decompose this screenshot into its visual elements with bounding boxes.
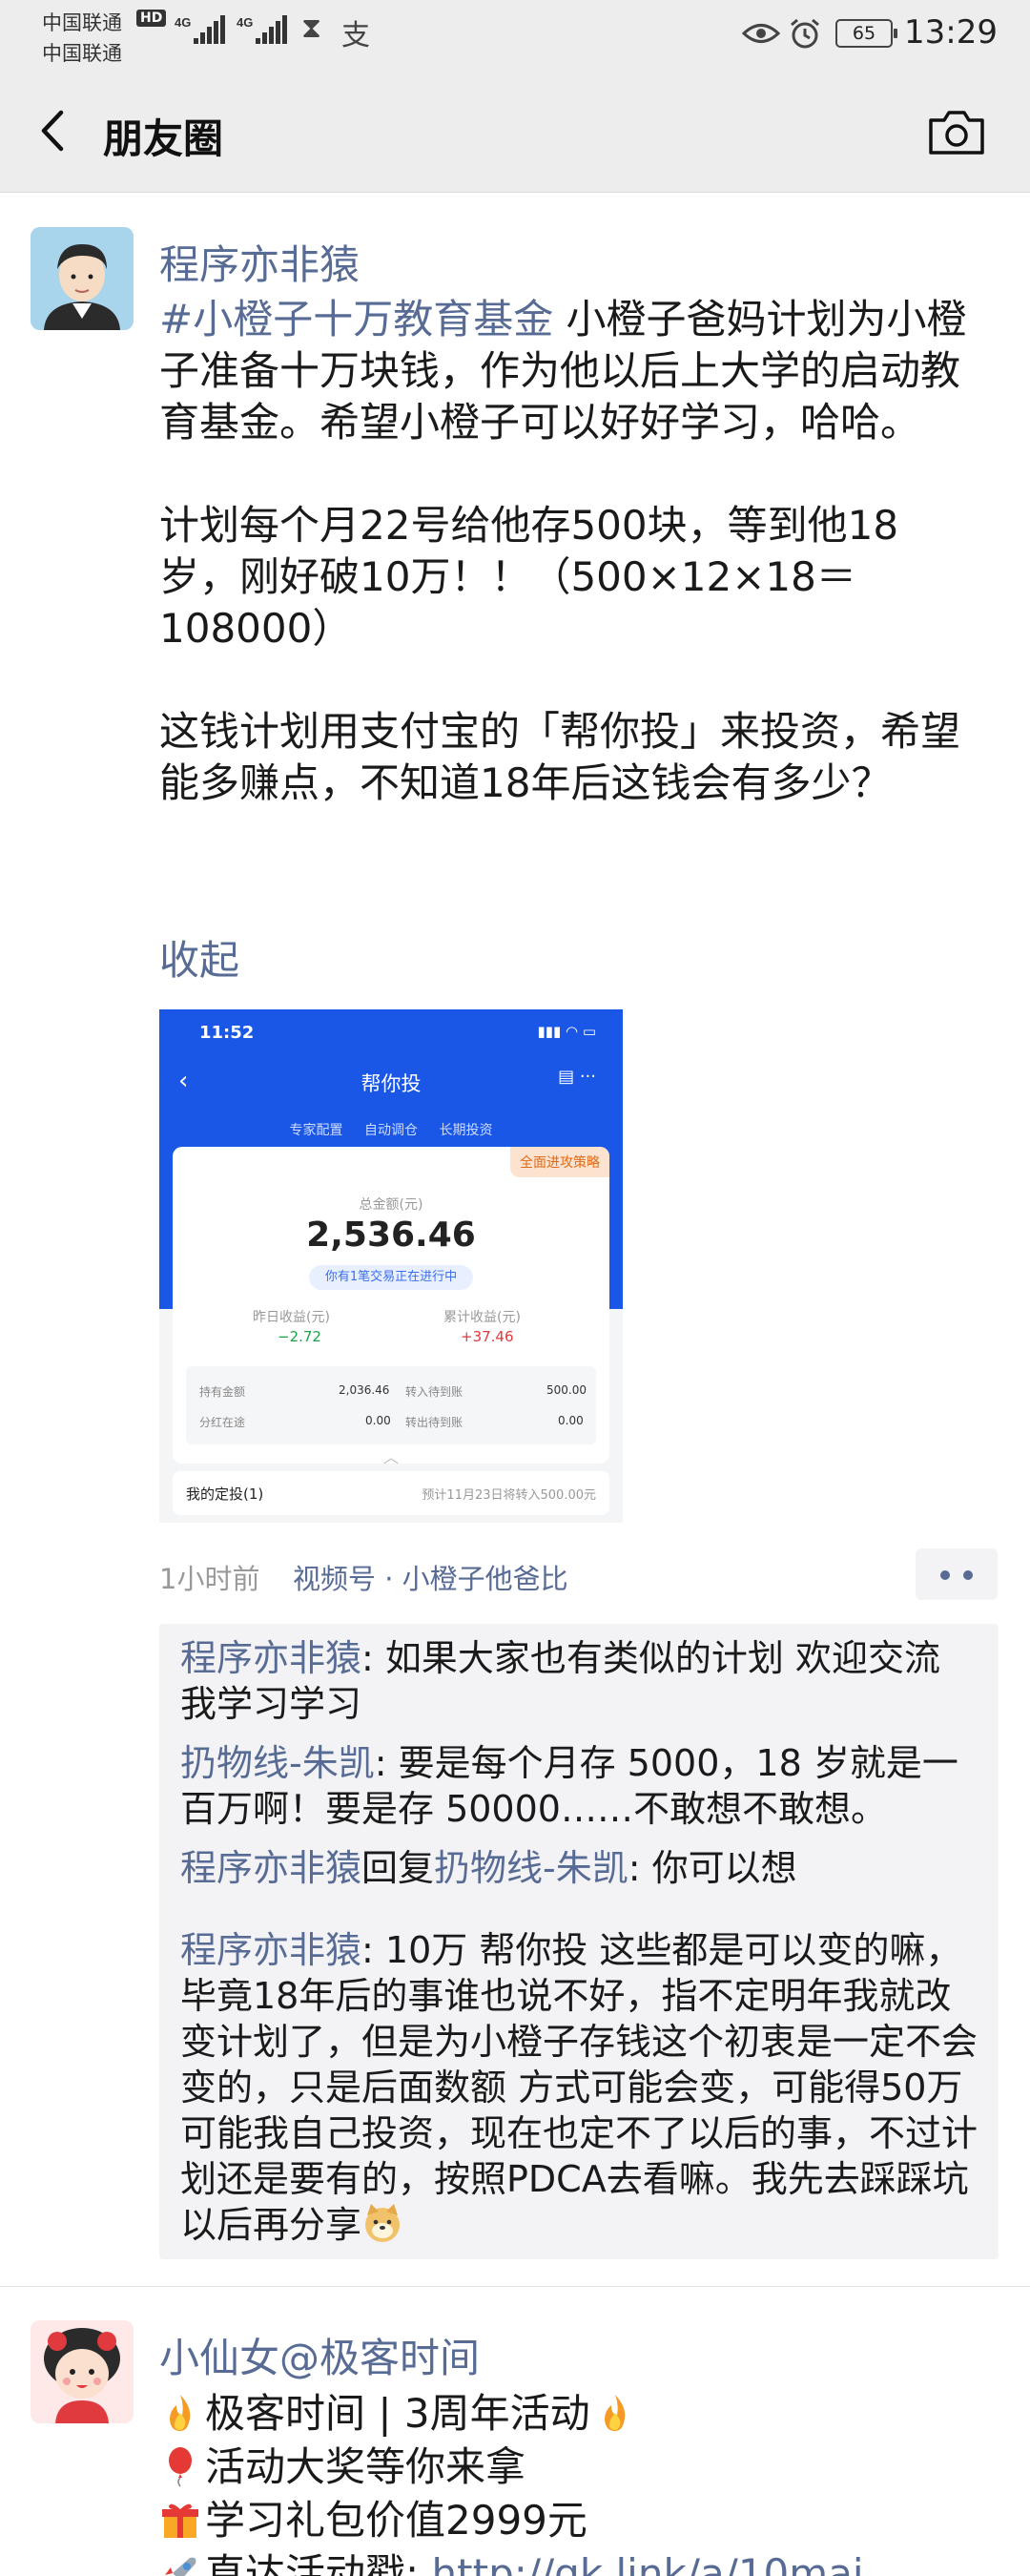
avatar[interactable] [31,227,134,330]
clock: 13:29 [904,13,998,52]
status-bar: 中国联通 中国联通 HD 4G 4G ⧗ 支 65 13:29 [0,0,1030,69]
post-time: 1小时前 [159,1563,260,1595]
post-text: #小橙子十万教育基金 小橙子爸妈计划为小橙子准备十万块钱，作为他以后上大学的启动… [159,294,972,809]
image-cell: 分红在途 [199,1416,246,1429]
like-comment-button[interactable] [916,1548,998,1600]
post-line-text: 学习礼包价值2999元 [205,2497,587,2544]
rocket-emoji [165,2557,196,2576]
comment-author[interactable]: 程序亦非猿 [180,1847,361,1889]
image-plan-note: 预计11月23日将转入500.00元 [422,1488,596,1503]
signal-1-label: 4G [175,15,191,30]
comment-author[interactable]: 扔物线-朱凯 [180,1742,375,1784]
image-cell: 持有金额 [199,1385,246,1399]
image-chevron-up-icon: ︿ [382,1448,399,1466]
activity-link[interactable]: http://gk.link/a/10mai [432,2550,864,2576]
post-line: 极客时间 | 3周年活动 [159,2387,999,2441]
post-author[interactable]: 小仙女@极客时间 [159,2326,480,2384]
image-total-label: 总金额(元) [359,1197,423,1213]
image-detail-table: 持有金额 2,036.46 转入待到账 500.00 分红在途 0.00 转出待… [186,1366,596,1444]
image-tag: 长期投资 [439,1123,493,1138]
image-title: 帮你投 [360,1072,422,1095]
comment-list: 程序亦非猿: 如果大家也有类似的计划 欢迎交流 我学习学习 扔物线-朱凯: 要是… [159,1624,999,2259]
dot-icon [963,1570,973,1580]
comment-text: : 你可以想 [628,1847,797,1889]
avatar[interactable] [31,2320,134,2423]
carrier-1: 中国联通 [42,11,122,34]
reply-target[interactable]: 扔物线-朱凯 [434,1847,628,1889]
image-cell: 500.00 [546,1383,587,1397]
page-title: 朋友圈 [103,115,224,162]
channel-link[interactable]: 视频号 · 小橙子他爸比 [293,1557,568,1597]
image-clock: 11:52 [199,1023,255,1043]
post-line-text: 活动大奖等你来拿 [205,2443,526,2490]
comment-text: : 10万 帮你投 这些都是可以变的嘛，毕竟18年后的事谁也说不好，指不定明年我… [180,1929,978,2246]
post-line: 活动大奖等你来拿 [159,2441,999,2494]
image-card: 全面进攻策略 总金额(元) 2,536.46 你有1笔交易正在进行中 昨日收益(… [173,1147,609,1466]
post-line: 直达活动戳: http://gk.link/a/10mai [159,2547,999,2576]
alarm-icon [791,18,819,49]
hashtag-link[interactable]: #小橙子十万教育基金 [159,296,553,343]
image-cell: 2,036.46 [339,1383,390,1397]
comment-item[interactable]: 扔物线-朱凯: 要是每个月存 5000，18 岁就是一百万啊！要是存 50000… [180,1740,981,1832]
image-yesterday-value: −2.72 [278,1328,321,1345]
post-line-text: 极客时间 | 3周年活动 [205,2390,590,2437]
comment-author[interactable]: 程序亦非猿 [180,1637,361,1679]
battery-icon: 65 [835,19,897,48]
image-plan-label: 我的定投(1) [186,1485,264,1503]
fire-emoji [170,2395,191,2431]
signal-icon: 4G [237,15,287,44]
image-cell: 转入待到账 [405,1385,464,1399]
image-cell: 转出待到账 [405,1416,464,1429]
camera-icon[interactable] [927,107,986,156]
post-author[interactable]: 程序亦非猿 [159,233,360,291]
post-image[interactable]: 11:52 ▮▮▮ ◠ ▭ ‹ 帮你投 ▤ ··· 专家配置 自动调仓 长期投资… [159,1009,623,1523]
image-yesterday-label: 昨日收益(元) [253,1310,330,1325]
comment-item[interactable]: 程序亦非猿: 如果大家也有类似的计划 欢迎交流 我学习学习 [180,1635,981,1727]
comment-item[interactable]: 程序亦非猿: 10万 帮你投 这些都是可以变的嘛，毕竟18年后的事谁也说不好，指… [180,1927,981,2248]
image-pending-badge: 你有1笔交易正在进行中 [309,1265,473,1290]
comment-author[interactable]: 程序亦非猿 [180,1929,361,1971]
post-paragraph: 计划每个月22号给他存500块，等到他18岁，刚好破10万！！（500×12×1… [159,502,899,652]
feed-divider [0,2286,1030,2287]
signal-2-label: 4G [237,15,253,30]
back-arrow-icon[interactable] [29,105,80,156]
image-tag: 自动调仓 [364,1123,418,1138]
post-line-text: 直达活动戳: [205,2550,432,2576]
post-line: 学习礼包价值2999元 [159,2494,999,2547]
image-tags: 专家配置 自动调仓 长期投资 [159,1120,623,1139]
image-total-value: 2,536.46 [306,1215,476,1255]
image-cell: 0.00 [558,1414,584,1427]
nav-bar: 朋友圈 [0,69,1030,193]
carrier-2: 中国联通 [42,42,122,65]
reply-word: 回复 [361,1847,435,1889]
eye-icon [742,24,780,43]
doge-emoji [365,2204,401,2242]
image-tag: 专家配置 [289,1123,343,1138]
image-cumulative-label: 累计收益(元) [443,1310,521,1325]
dot-icon [940,1570,950,1580]
image-status-icons: ▮▮▮ ◠ ▭ [537,1023,596,1040]
fire-emoji [604,2395,625,2431]
comment-item[interactable]: 程序亦非猿回复扔物线-朱凯: 你可以想 [180,1845,981,1891]
image-plan-row: 我的定投(1) 预计11月23日将转入500.00元 [173,1471,609,1515]
signal-icon: 4G [175,15,225,44]
image-more-icon: ▤ ··· [558,1067,596,1087]
image-strategy-badge: 全面进攻策略 [510,1147,609,1177]
payment-icon: 支 [341,19,370,52]
hourglass-icon: ⧗ [301,11,322,45]
hd-badge: HD [136,10,167,27]
collapse-link[interactable]: 收起 [159,928,239,987]
post-paragraph: 这钱计划用支付宝的「帮你投」来投资，希望能多赚点，不知道18年后这钱会有多少？ [159,708,961,806]
balloon-emoji [169,2447,192,2487]
image-cumulative-value: +37.46 [461,1328,514,1345]
image-cell: 0.00 [365,1414,391,1427]
post-paragraph: #小橙子十万教育基金 小橙子爸妈计划为小橙子准备十万块钱，作为他以后上大学的启动… [159,294,972,448]
gift-emoji [162,2503,198,2538]
